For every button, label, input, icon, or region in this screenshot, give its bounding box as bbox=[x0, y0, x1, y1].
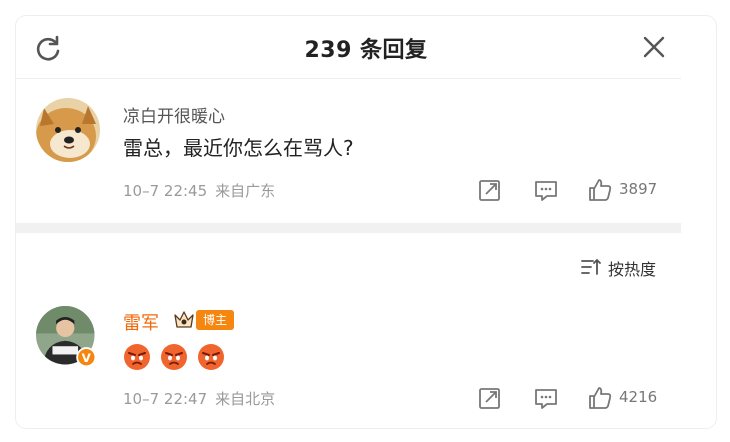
like-icon[interactable] bbox=[587, 385, 613, 411]
comment-meta: 10–7 22:47 来自北京 bbox=[123, 388, 275, 409]
angry-face-emoji bbox=[124, 344, 150, 370]
share-icon[interactable] bbox=[477, 177, 503, 203]
panel-header: 239 条回复 bbox=[16, 16, 716, 78]
angry-face-emoji bbox=[198, 344, 224, 370]
like-icon[interactable] bbox=[587, 177, 613, 203]
comment-item: V 雷军 博主 10–7 22:47 来自北京 4216 bbox=[16, 288, 681, 428]
angry-face-emoji bbox=[161, 344, 187, 370]
crown-icon bbox=[174, 311, 194, 328]
comment-icon[interactable] bbox=[533, 177, 559, 203]
section-separator bbox=[16, 223, 681, 233]
share-icon[interactable] bbox=[477, 385, 503, 411]
comment-item: 凉白开很暖心 雷总，最近你怎么在骂人? 10–7 22:45 来自广东 3897 bbox=[16, 80, 681, 220]
replies-panel: 239 条回复 凉白开很暖心 雷总，最近你怎么在骂人? 10–7 22:45来 bbox=[16, 16, 716, 428]
close-icon[interactable] bbox=[641, 34, 667, 60]
comment-meta: 10–7 22:45 来自广东 bbox=[123, 180, 275, 201]
comment-username[interactable]: 凉白开很暖心 bbox=[123, 102, 225, 127]
author-badge: 博主 bbox=[196, 310, 235, 330]
comment-time: 10–7 22:45 bbox=[123, 182, 208, 200]
svg-text:V: V bbox=[82, 351, 92, 365]
like-count: 3897 bbox=[619, 180, 658, 198]
page-title: 239 条回复 bbox=[304, 38, 428, 63]
comment-location: 来自北京 bbox=[215, 390, 276, 408]
comment-location: 来自广东 bbox=[215, 182, 276, 200]
person-avatar[interactable]: V bbox=[36, 306, 100, 370]
like-count: 4216 bbox=[619, 388, 658, 406]
comment-icon[interactable] bbox=[533, 385, 559, 411]
emoji-row bbox=[123, 343, 225, 371]
sort-by-hot-button[interactable]: 按热度 bbox=[608, 256, 656, 280]
comment-username[interactable]: 雷军 bbox=[123, 309, 159, 335]
comment-time: 10–7 22:47 bbox=[123, 390, 208, 408]
dog-avatar[interactable] bbox=[36, 98, 100, 162]
comment-text: 雷总，最近你怎么在骂人? bbox=[123, 136, 354, 160]
sort-bar: 按热度 bbox=[16, 254, 681, 280]
header-divider bbox=[16, 78, 681, 79]
sort-icon[interactable] bbox=[580, 257, 602, 277]
